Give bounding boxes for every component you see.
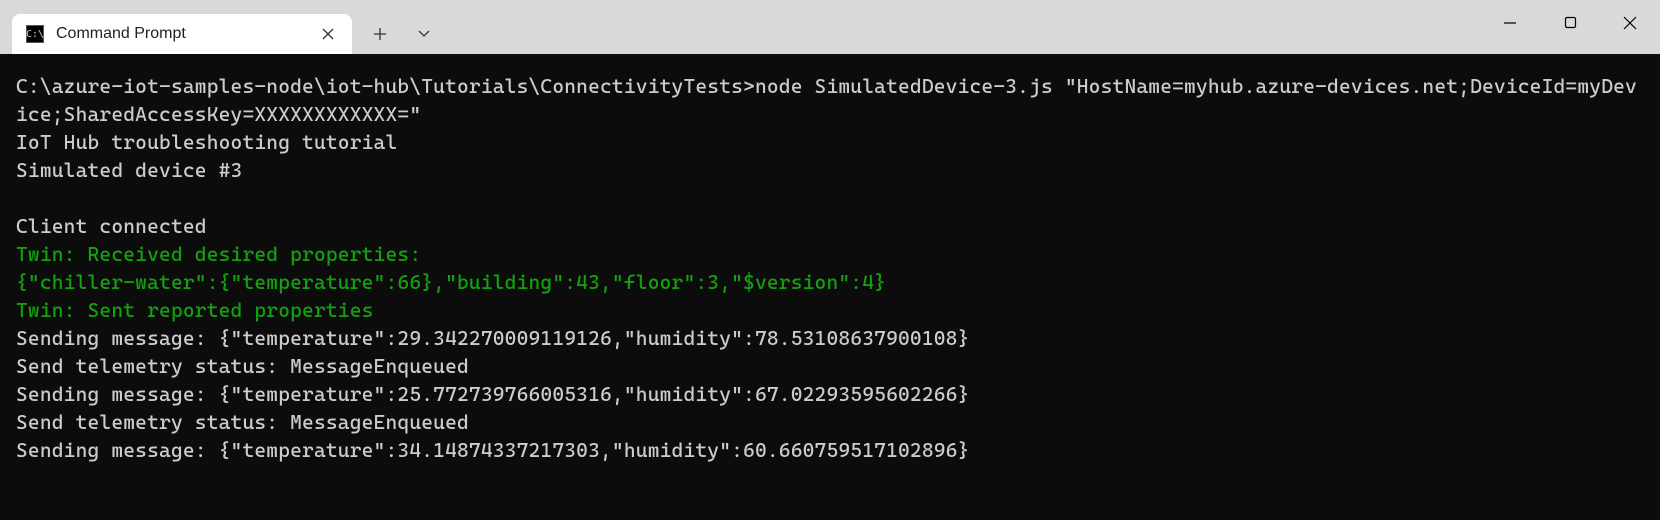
titlebar: C:\ Command Prompt bbox=[0, 0, 1660, 54]
out-tutorial: IoT Hub troubleshooting tutorial bbox=[16, 128, 1644, 156]
terminal-icon: C:\ bbox=[26, 25, 44, 43]
new-tab-button[interactable] bbox=[360, 14, 400, 54]
out-blank bbox=[16, 184, 1644, 212]
out-connected: Client connected bbox=[16, 212, 1644, 240]
out-send3: Sending message: {"temperature":34.14874… bbox=[16, 436, 1644, 464]
out-send1: Sending message: {"temperature":29.34227… bbox=[16, 324, 1644, 352]
out-status2: Send telemetry status: MessageEnqueued bbox=[16, 408, 1644, 436]
out-sim: Simulated device #3 bbox=[16, 156, 1644, 184]
tab-dropdown-button[interactable] bbox=[404, 14, 444, 54]
terminal-output[interactable]: C:\azure-iot-samples-node\iot-hub\Tutori… bbox=[0, 54, 1660, 520]
tab-command-prompt[interactable]: C:\ Command Prompt bbox=[12, 14, 352, 54]
out-twin-sent: Twin: Sent reported properties bbox=[16, 296, 1644, 324]
window-controls bbox=[1480, 0, 1660, 45]
out-status1: Send telemetry status: MessageEnqueued bbox=[16, 352, 1644, 380]
minimize-button[interactable] bbox=[1480, 0, 1540, 45]
maximize-button[interactable] bbox=[1540, 0, 1600, 45]
close-window-button[interactable] bbox=[1600, 0, 1660, 45]
close-tab-icon[interactable] bbox=[318, 24, 338, 44]
out-twin-recv: Twin: Received desired properties: bbox=[16, 240, 1644, 268]
out-twin-json: {"chiller-water":{"temperature":66},"bui… bbox=[16, 268, 1644, 296]
out-send2: Sending message: {"temperature":25.77273… bbox=[16, 380, 1644, 408]
tab-title: Command Prompt bbox=[56, 25, 318, 43]
cmd-line: C:\azure-iot-samples-node\iot-hub\Tutori… bbox=[16, 72, 1644, 128]
